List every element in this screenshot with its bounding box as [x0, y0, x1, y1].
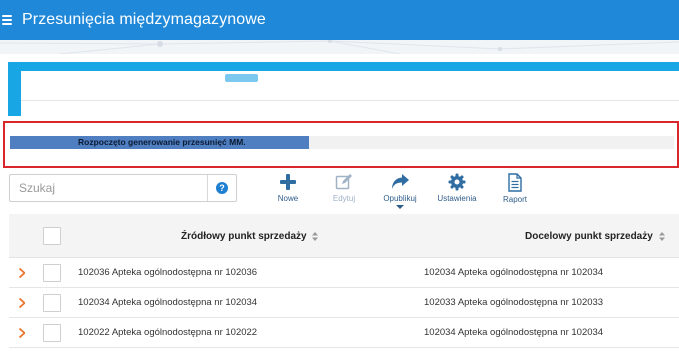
gear-icon — [448, 173, 466, 191]
source-cell: 102036 Apteka ogólnodostępna nr 102036 — [78, 267, 258, 278]
target-cell: 102033 Apteka ogólnodostępna nr 102033 — [424, 297, 604, 308]
chevron-right-icon[interactable] — [19, 328, 25, 338]
column-header-target-label: Docelowy punkt sprzedaży — [525, 231, 653, 242]
publish-button-label: Opublikuj — [383, 194, 417, 203]
przesuniecia-mm-link[interactable]: Przesunięcia MM — [195, 103, 276, 114]
progress-panel: Rozpoczęto generowanie przesunięć MM. — [3, 121, 679, 168]
info-banner: Widok prezentuje przesunięcia MM operato… — [8, 62, 679, 131]
row-checkbox[interactable] — [43, 294, 61, 312]
row-checkbox[interactable] — [43, 264, 61, 282]
publish-button[interactable]: Opublikuj — [375, 173, 425, 209]
search-box: ? — [9, 174, 237, 202]
chevron-right-icon[interactable] — [19, 298, 25, 308]
hamburger-menu-icon[interactable] — [2, 15, 12, 25]
edit-button-label: Edytuj — [332, 194, 356, 203]
table-row[interactable]: 102034 Apteka ogólnodostępna nr 102034 1… — [9, 288, 679, 318]
search-divider — [207, 175, 208, 201]
new-button-label: Nowe — [277, 194, 299, 203]
progress-status-text: Rozpoczęto generowanie przesunięć MM. — [78, 137, 246, 147]
app-header: Przesunięcia międzymagazynowe — [0, 0, 679, 40]
table-row[interactable]: 102022 Apteka ogólnodostępna nr 102022 1… — [9, 318, 679, 348]
column-header-source-label: Źródłowy punkt sprzedaży — [181, 231, 307, 242]
report-button[interactable]: Raport — [490, 173, 540, 204]
page-title: Przesunięcia międzymagazynowe — [22, 11, 266, 28]
report-button-label: Raport — [502, 195, 527, 204]
sort-icon — [658, 231, 665, 241]
row-checkbox[interactable] — [43, 324, 61, 342]
info-text-part: . — [275, 103, 279, 114]
question-circle-icon[interactable]: ? — [216, 182, 228, 194]
info-text-part: . Poniżej możesz zobaczyć na jakim etapi… — [258, 73, 600, 84]
decorative-network-strip — [0, 40, 679, 54]
transfers-table: Źródłowy punkt sprzedaży Docelowy punkt … — [9, 214, 679, 348]
target-cell: 102034 Apteka ogólnodostępna nr 102034 — [424, 327, 604, 338]
settings-button-label: Ustawienia — [437, 194, 477, 203]
search-input[interactable] — [10, 175, 205, 201]
source-cell: 102034 Apteka ogólnodostępna nr 102034 — [78, 297, 258, 308]
edit-icon — [335, 174, 352, 190]
target-cell: 102034 Apteka ogólnodostępna nr 102034 — [424, 267, 604, 278]
document-icon — [508, 173, 522, 192]
table-row[interactable]: 102036 Apteka ogólnodostępna nr 102036 1… — [9, 258, 679, 288]
plus-icon — [280, 174, 296, 190]
chevron-right-icon[interactable] — [19, 268, 25, 278]
redacted-operator-name — [225, 74, 258, 82]
table-header: Źródłowy punkt sprzedaży Docelowy punkt … — [9, 214, 679, 258]
share-arrow-icon — [392, 174, 409, 189]
column-header-source[interactable]: Źródłowy punkt sprzedaży — [181, 231, 319, 242]
info-text-part: Wszystkie przesunięcia są dostępne w — [21, 103, 193, 114]
source-cell: 102022 Apteka ogólnodostępna nr 102022 — [78, 327, 258, 338]
info-text-part: Widok prezentuje przesunięcia MM operato… — [21, 73, 223, 84]
select-all-checkbox[interactable] — [43, 227, 61, 245]
settings-button[interactable]: Ustawienia — [432, 173, 482, 203]
edit-button[interactable]: Edytuj — [319, 173, 369, 203]
new-button[interactable]: Nowe — [263, 173, 313, 203]
column-header-target[interactable]: Docelowy punkt sprzedaży — [525, 231, 665, 242]
chevron-down-icon — [396, 205, 404, 209]
sort-icon — [312, 231, 319, 241]
